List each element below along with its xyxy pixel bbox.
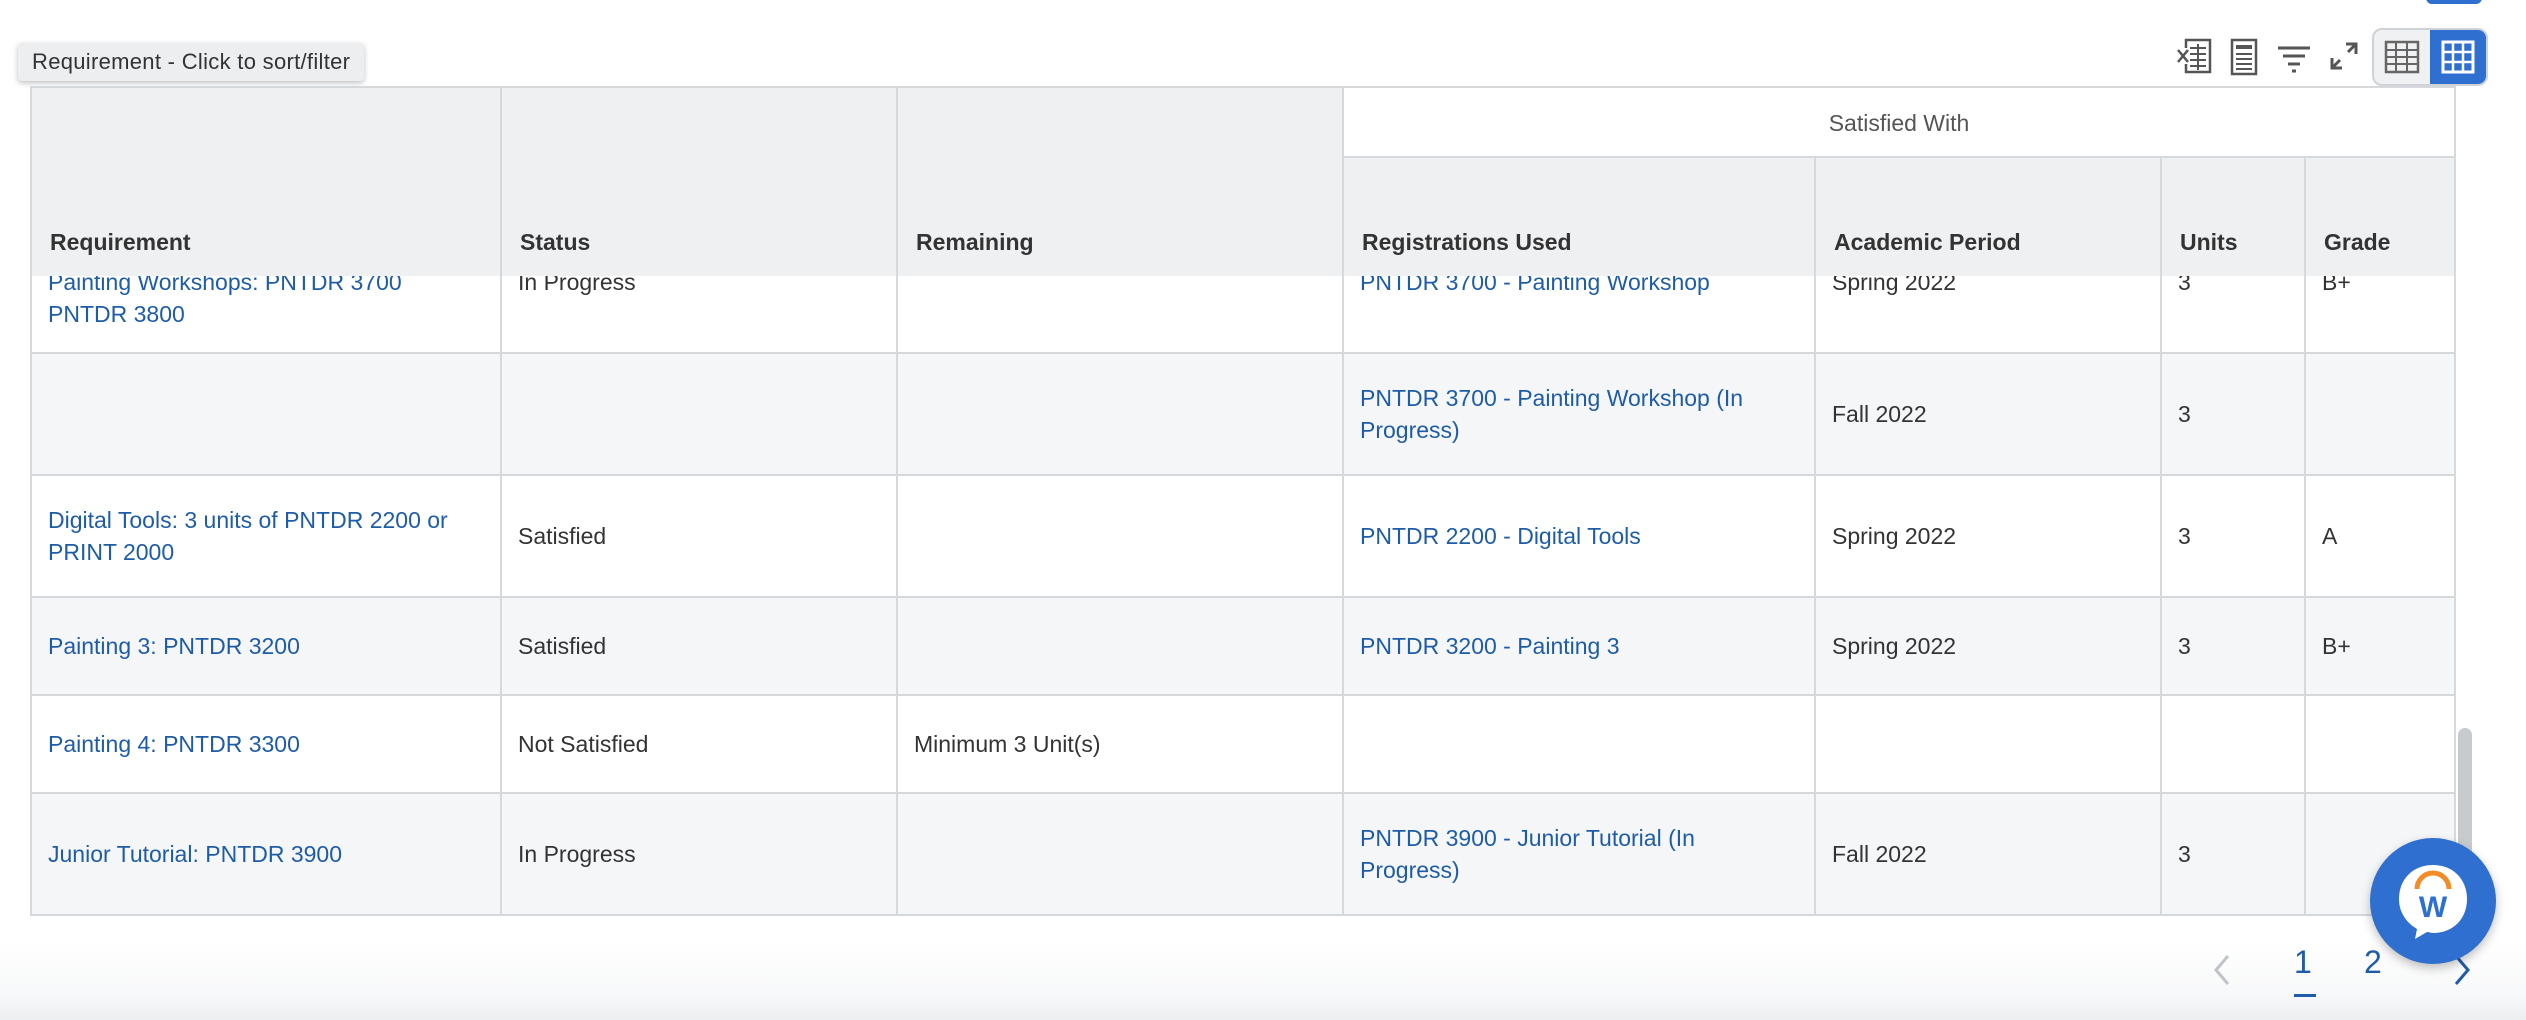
requirement-link[interactable]: Painting 4: PNTDR 3300: [48, 728, 300, 760]
export-excel-icon[interactable]: [2172, 34, 2216, 78]
registration-link[interactable]: PNTDR 3700 - Painting Workshop (In Progr…: [1360, 382, 1798, 446]
units-cell: 3: [2162, 476, 2306, 596]
filter-icon[interactable]: [2272, 34, 2316, 78]
remaining-cell: Minimum 3 Unit(s): [898, 696, 1344, 792]
view-toggle[interactable]: [2372, 28, 2488, 86]
requirement-link[interactable]: Painting 3: PNTDR 3200: [48, 630, 300, 662]
status-cell: [502, 354, 898, 474]
remaining-cell: [898, 794, 1344, 914]
table-row: Painting 4: PNTDR 3300 Not Satisfied Min…: [32, 694, 2454, 792]
column-header-units[interactable]: Units: [2162, 158, 2306, 276]
chat-bubble-icon: W: [2399, 865, 2467, 939]
table-row: Digital Tools: 3 units of PNTDR 2200 or …: [32, 474, 2454, 596]
units-cell: 3: [2162, 354, 2306, 474]
registration-link[interactable]: PNTDR 3200 - Painting 3: [1360, 630, 1620, 662]
remaining-cell: [898, 354, 1344, 474]
current-page-indicator: [2294, 994, 2316, 997]
grade-cell: A: [2322, 523, 2338, 549]
column-header-grade[interactable]: Grade: [2306, 158, 2454, 276]
grade-cell: [2306, 696, 2454, 792]
status-cell: Not Satisfied: [502, 696, 898, 792]
assistant-chat-button[interactable]: W: [2370, 838, 2496, 964]
sort-filter-tooltip: Requirement - Click to sort/filter: [18, 43, 365, 81]
registration-link[interactable]: PNTDR 2200 - Digital Tools: [1360, 520, 1641, 552]
period-cell: Fall 2022: [1816, 794, 2162, 914]
column-header-registrations-used[interactable]: Registrations Used: [1344, 158, 1816, 276]
table-row: Painting 3: PNTDR 3200 Satisfied PNTDR 3…: [32, 596, 2454, 694]
column-header-academic-period[interactable]: Academic Period: [1816, 158, 2162, 276]
table-row: Junior Tutorial: PNTDR 3900 In Progress …: [32, 792, 2454, 914]
requirement-link[interactable]: Junior Tutorial: PNTDR 3900: [48, 838, 342, 870]
period-cell: Spring 2022: [1816, 476, 2162, 596]
top-edge-button[interactable]: [2426, 0, 2482, 4]
period-cell: Spring 2022: [1816, 598, 2162, 694]
registration-link[interactable]: PNTDR 3900 - Junior Tutorial (In Progres…: [1360, 822, 1798, 886]
page-2-button[interactable]: 2: [2364, 944, 2382, 994]
fullscreen-icon[interactable]: [2322, 34, 2366, 78]
remaining-cell: [898, 476, 1344, 596]
units-cell: 3: [2162, 794, 2306, 914]
registration-cell: [1344, 696, 1816, 792]
grade-cell: [2306, 354, 2454, 474]
table-row: PNTDR 3700 - Painting Workshop (In Progr…: [32, 352, 2454, 474]
table-view-icon[interactable]: [2374, 30, 2430, 84]
period-cell: Fall 2022: [1816, 354, 2162, 474]
svg-text:W: W: [2419, 891, 2448, 924]
footer-shade: [0, 940, 2526, 1020]
status-cell: In Progress: [502, 794, 898, 914]
grid-view-icon[interactable]: [2430, 30, 2486, 84]
period-cell: [1816, 696, 2162, 792]
group-header-satisfied-with: Satisfied With: [1344, 88, 2454, 158]
column-header-status[interactable]: Status: [502, 88, 898, 276]
remaining-cell: [898, 598, 1344, 694]
vertical-scrollbar[interactable]: [2458, 728, 2472, 858]
export-pdf-icon[interactable]: [2222, 34, 2266, 78]
units-cell: 3: [2162, 598, 2306, 694]
chevron-left-icon[interactable]: [2210, 952, 2234, 993]
column-header-remaining[interactable]: Remaining: [898, 88, 1344, 276]
requirement-link[interactable]: Digital Tools: 3 units of PNTDR 2200 or …: [48, 504, 484, 568]
status-cell: Satisfied: [502, 476, 898, 596]
page-1-button[interactable]: 1: [2294, 944, 2312, 994]
requirement-cell: [32, 354, 502, 474]
column-header-requirement[interactable]: Requirement: [32, 88, 502, 276]
units-cell: [2162, 696, 2306, 792]
requirements-grid: Requirement Status Remaining Satisfied W…: [30, 86, 2456, 916]
grid-header: Requirement Status Remaining Satisfied W…: [32, 88, 2454, 276]
grade-cell: B+: [2322, 633, 2351, 659]
status-cell: Satisfied: [502, 598, 898, 694]
